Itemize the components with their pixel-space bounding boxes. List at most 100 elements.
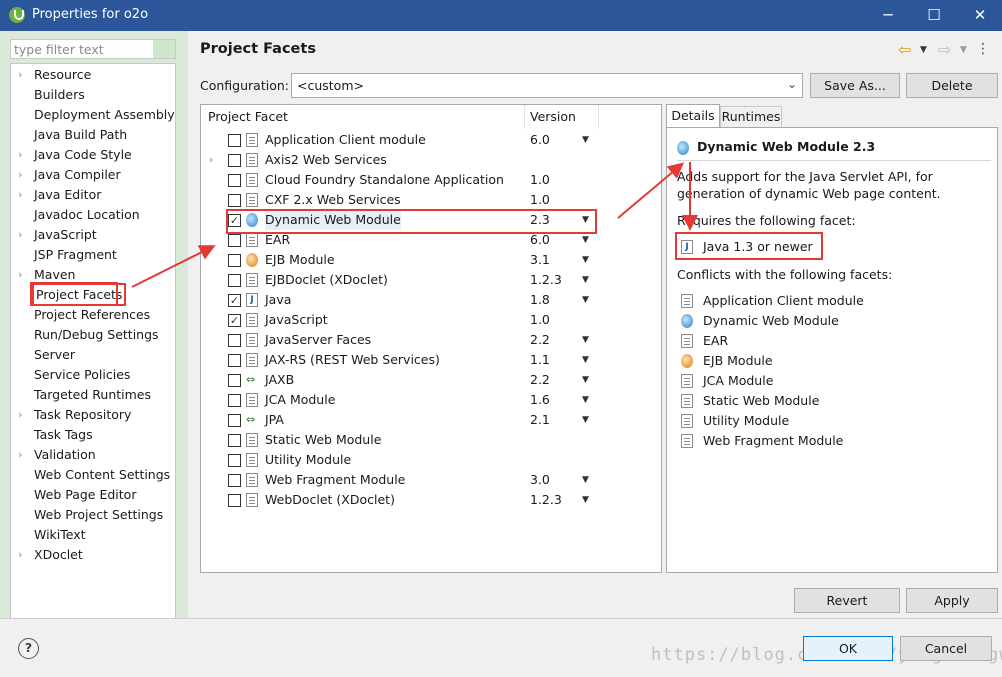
facet-row[interactable]: CXF 2.x Web Services 1.0 — [201, 190, 661, 210]
version-dropdown-icon[interactable]: ▼ — [582, 290, 589, 310]
version-dropdown-icon[interactable]: ▼ — [582, 470, 589, 490]
revert-button[interactable]: Revert — [794, 588, 900, 613]
chevron-right-icon[interactable]: › — [18, 445, 26, 464]
facet-version[interactable]: 1.1 — [530, 350, 550, 370]
facet-checkbox[interactable] — [228, 374, 241, 387]
tree-item[interactable]: Java Compiler — [34, 165, 121, 184]
save-as-button[interactable]: Save As... — [810, 73, 900, 98]
facet-version[interactable]: 1.2.3 — [530, 490, 562, 510]
facet-row[interactable]: Utility Module — [201, 450, 661, 470]
help-icon[interactable]: ? — [18, 638, 39, 659]
forward-arrow-icon[interactable]: ⇨ — [938, 40, 951, 59]
facet-checkbox[interactable] — [228, 334, 241, 347]
facet-version[interactable]: 6.0 — [530, 130, 550, 150]
facet-checkbox[interactable] — [228, 234, 241, 247]
tree-item[interactable]: Task Repository — [34, 405, 131, 424]
tree-item[interactable]: Service Policies — [34, 365, 130, 384]
forward-dropdown-icon[interactable]: ▼ — [960, 45, 967, 55]
facet-row[interactable]: JAX-RS (REST Web Services) 1.1 ▼ — [201, 350, 661, 370]
tree-item[interactable]: Task Tags — [34, 425, 93, 444]
facet-checkbox[interactable] — [228, 474, 241, 487]
facet-checkbox[interactable]: ✓ — [228, 294, 241, 307]
tree-item[interactable]: Web Project Settings — [34, 505, 163, 524]
facet-version[interactable]: 3.0 — [530, 470, 550, 490]
facet-row[interactable]: Cloud Foundry Standalone Application 1.0 — [201, 170, 661, 190]
tree-item[interactable]: Builders — [34, 85, 85, 104]
facet-version[interactable]: 2.2 — [530, 330, 550, 350]
facet-checkbox[interactable] — [228, 174, 241, 187]
facet-checkbox[interactable] — [228, 434, 241, 447]
facet-version[interactable]: 1.0 — [530, 190, 550, 210]
facet-version[interactable]: 1.0 — [530, 170, 550, 190]
tree-item[interactable]: JSP Fragment — [34, 245, 117, 264]
facet-row[interactable]: JavaServer Faces 2.2 ▼ — [201, 330, 661, 350]
facet-checkbox[interactable]: ✓ — [228, 314, 241, 327]
facet-checkbox[interactable] — [228, 454, 241, 467]
apply-button[interactable]: Apply — [906, 588, 998, 613]
chevron-right-icon[interactable]: › — [209, 150, 213, 170]
version-dropdown-icon[interactable]: ▼ — [582, 410, 589, 430]
tree-item[interactable]: Java Build Path — [34, 125, 127, 144]
chevron-right-icon[interactable]: › — [18, 545, 26, 564]
facet-version[interactable]: 1.8 — [530, 290, 550, 310]
chevron-right-icon[interactable]: › — [18, 145, 26, 164]
facet-version[interactable]: 2.1 — [530, 410, 550, 430]
version-dropdown-icon[interactable]: ▼ — [582, 390, 589, 410]
column-project-facet[interactable]: Project Facet — [208, 109, 288, 124]
tree-item[interactable]: Java Editor — [34, 185, 101, 204]
tree-item[interactable]: Targeted Runtimes — [34, 385, 151, 404]
facet-row[interactable]: WebDoclet (XDoclet) 1.2.3 ▼ — [201, 490, 661, 510]
version-dropdown-icon[interactable]: ▼ — [582, 270, 589, 290]
facet-row[interactable]: EJBDoclet (XDoclet) 1.2.3 ▼ — [201, 270, 661, 290]
facet-checkbox[interactable] — [228, 254, 241, 267]
clear-filter-icon[interactable] — [153, 40, 175, 58]
facet-version[interactable]: 1.6 — [530, 390, 550, 410]
configuration-select[interactable]: <custom> ⌄ — [291, 73, 803, 98]
version-dropdown-icon[interactable]: ▼ — [582, 250, 589, 270]
version-dropdown-icon[interactable]: ▼ — [582, 330, 589, 350]
ok-button[interactable]: OK — [803, 636, 893, 661]
filter-input[interactable]: type filter text — [10, 39, 176, 59]
tree-item[interactable]: Web Page Editor — [34, 485, 136, 504]
chevron-right-icon[interactable]: › — [18, 65, 26, 84]
menu-icon[interactable]: ⋮ — [976, 41, 990, 57]
minimize-button[interactable]: ─ — [865, 0, 911, 31]
facet-row[interactable]: EJB Module 3.1 ▼ — [201, 250, 661, 270]
facet-version[interactable]: 2.2 — [530, 370, 550, 390]
tree-item[interactable]: Java Code Style — [34, 145, 132, 164]
tree-item[interactable]: Deployment Assembly — [34, 105, 175, 124]
tree-item[interactable]: Web Content Settings — [34, 465, 170, 484]
tab-runtimes[interactable]: Runtimes — [720, 106, 782, 128]
chevron-right-icon[interactable]: › — [18, 265, 26, 284]
facet-checkbox[interactable] — [228, 354, 241, 367]
tree-item[interactable]: Server — [34, 345, 75, 364]
facet-row[interactable]: Static Web Module — [201, 430, 661, 450]
facet-row[interactable]: ✓ JavaScript 1.0 — [201, 310, 661, 330]
maximize-button[interactable]: ☐ — [911, 0, 957, 31]
facet-row[interactable]: › Axis2 Web Services — [201, 150, 661, 170]
tab-details[interactable]: Details — [666, 104, 720, 128]
facet-row[interactable]: Web Fragment Module 3.0 ▼ — [201, 470, 661, 490]
chevron-right-icon[interactable]: › — [18, 185, 26, 204]
facet-checkbox[interactable] — [228, 134, 241, 147]
version-dropdown-icon[interactable]: ▼ — [582, 490, 589, 510]
version-dropdown-icon[interactable]: ▼ — [582, 130, 589, 150]
chevron-right-icon[interactable]: › — [18, 165, 26, 184]
version-dropdown-icon[interactable]: ▼ — [582, 350, 589, 370]
tree-item[interactable]: WikiText — [34, 525, 86, 544]
tree-item[interactable]: Validation — [34, 445, 96, 464]
back-dropdown-icon[interactable]: ▼ — [920, 45, 927, 55]
facet-version[interactable]: 1.2.3 — [530, 270, 562, 290]
tree-item[interactable]: XDoclet — [34, 545, 83, 564]
cancel-button[interactable]: Cancel — [900, 636, 992, 661]
tree-item[interactable]: Resource — [34, 65, 91, 84]
tree-item[interactable]: Javadoc Location — [34, 205, 140, 224]
chevron-right-icon[interactable]: › — [18, 405, 26, 424]
column-version[interactable]: Version — [530, 109, 576, 124]
facet-version[interactable]: 3.1 — [530, 250, 550, 270]
facet-checkbox[interactable] — [228, 494, 241, 507]
delete-button[interactable]: Delete — [906, 73, 998, 98]
facet-row[interactable]: ⇔ JPA 2.1 ▼ — [201, 410, 661, 430]
facet-row[interactable]: Application Client module 6.0 ▼ — [201, 130, 661, 150]
facet-checkbox[interactable] — [228, 274, 241, 287]
